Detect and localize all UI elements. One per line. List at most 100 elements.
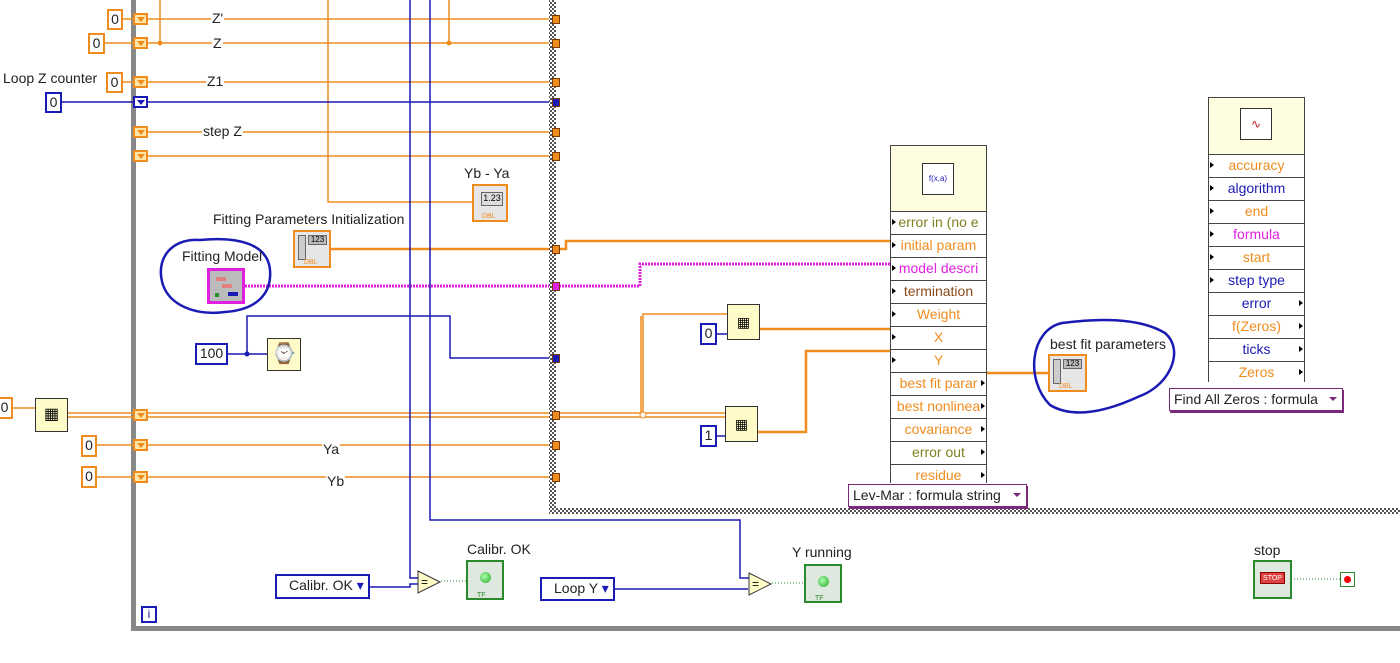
terminal-start[interactable]: start xyxy=(1209,246,1304,269)
terminal-ticks[interactable]: ticks xyxy=(1209,338,1304,361)
equal-icon[interactable]: = xyxy=(417,570,442,594)
input-arrow-icon xyxy=(1210,231,1214,237)
shift-register-yb[interactable] xyxy=(133,471,148,483)
indicator-yb-ya[interactable]: 1.23 DBL xyxy=(472,184,508,222)
output-arrow-icon xyxy=(981,426,985,432)
constant-yb[interactable]: 0 xyxy=(81,466,97,488)
output-arrow-icon xyxy=(1299,369,1303,375)
tunnel xyxy=(552,411,560,420)
tunnel xyxy=(552,78,560,87)
input-arrow-icon xyxy=(892,242,896,248)
terminal-f-zeros-[interactable]: f(Zeros) xyxy=(1209,315,1304,338)
terminal-best-nonlinea[interactable]: best nonlinea xyxy=(891,395,986,418)
terminal-covariance[interactable]: covariance xyxy=(891,418,986,441)
label-calibr-ok: Calibr. OK xyxy=(466,541,532,557)
index-array-icon[interactable]: ▦ xyxy=(725,406,758,442)
shift-register-z1[interactable] xyxy=(133,76,148,88)
input-arrow-icon xyxy=(892,334,896,340)
shift-register[interactable] xyxy=(133,150,148,162)
output-arrow-icon xyxy=(981,380,985,386)
tunnel xyxy=(552,15,560,24)
terminal-initial-param[interactable]: initial param xyxy=(891,234,986,257)
label-yb-ya: Yb - Ya xyxy=(463,165,511,181)
label-ya: Ya xyxy=(322,441,341,457)
wait-ms-icon[interactable]: ⌚ xyxy=(267,338,301,371)
output-arrow-icon xyxy=(1299,300,1303,306)
constant-loop-z[interactable]: 0 xyxy=(45,92,62,113)
input-arrow-icon xyxy=(892,219,896,225)
curve-fit-icon: f(x,a) xyxy=(922,163,954,195)
shift-register-z[interactable] xyxy=(133,37,148,49)
constant-z-prime[interactable]: 0 xyxy=(107,9,123,30)
stop-button[interactable]: STOP xyxy=(1253,560,1292,599)
label-step-z: step Z xyxy=(202,123,243,139)
loop-condition-terminal[interactable] xyxy=(1340,572,1355,587)
tunnel xyxy=(552,441,560,450)
array-index-icon xyxy=(298,235,306,260)
build-array-icon[interactable]: ▦ xyxy=(35,398,68,432)
find-all-zeros-express-vi[interactable]: ∿ accuracy algorithm end formula start step t… xyxy=(1208,97,1305,384)
constant-z1[interactable]: 0 xyxy=(106,72,123,93)
terminal-y[interactable]: Y xyxy=(891,349,986,372)
constant-index-x[interactable]: 0 xyxy=(700,323,717,345)
shift-register-ya[interactable] xyxy=(133,439,148,451)
input-arrow-icon xyxy=(1210,277,1214,283)
tunnel xyxy=(552,98,560,107)
led-calibr-ok[interactable] xyxy=(466,560,504,600)
shift-register-z-prime[interactable] xyxy=(133,13,148,25)
terminal-error[interactable]: error xyxy=(1209,292,1304,315)
tunnel xyxy=(552,128,560,137)
output-arrow-icon xyxy=(981,403,985,409)
label-yb: Yb xyxy=(326,473,346,489)
enum-loop-y[interactable]: Loop Y ▾ xyxy=(540,577,615,601)
led-y-running[interactable] xyxy=(804,564,842,603)
label-fitting-parameters-init: Fitting Parameters Initialization xyxy=(213,211,405,227)
terminal-step-type[interactable]: step type xyxy=(1209,269,1304,292)
terminal-accuracy[interactable]: accuracy xyxy=(1209,154,1304,177)
constant-ya[interactable]: 0 xyxy=(81,435,97,457)
terminal-zeros[interactable]: Zeros xyxy=(1209,361,1304,384)
terminal-error-in-no-e[interactable]: error in (no e xyxy=(891,211,986,234)
input-arrow-icon xyxy=(1210,254,1214,260)
find-zeros-selector[interactable]: Find All Zeros : formula xyxy=(1169,388,1343,411)
levmar-selector[interactable]: Lev-Mar : formula string xyxy=(848,484,1027,507)
output-arrow-icon xyxy=(1299,346,1303,352)
constant-z[interactable]: 0 xyxy=(88,33,105,54)
constant-left-array[interactable]: 0 xyxy=(0,397,13,419)
control-fitting-parameters-init[interactable]: 123 DBL xyxy=(293,230,331,268)
enum-calibr-ok[interactable]: Calibr. OK ▾ xyxy=(275,574,370,599)
array-index-icon xyxy=(1053,359,1061,384)
terminal-weight[interactable]: Weight xyxy=(891,303,986,326)
label-y-running: Y running xyxy=(791,544,853,560)
terminal-error-out[interactable]: error out xyxy=(891,441,986,464)
terminal-formula[interactable]: formula xyxy=(1209,223,1304,246)
terminal-termination[interactable]: termination xyxy=(891,280,986,303)
terminal-algorithm[interactable]: algorithm xyxy=(1209,177,1304,200)
tunnel xyxy=(552,282,560,291)
label-z-prime: Z' xyxy=(211,10,225,26)
indicator-best-fit-parameters[interactable]: 123 DBL xyxy=(1048,354,1087,392)
terminal-model-descri[interactable]: model descri xyxy=(891,257,986,280)
tunnel xyxy=(552,152,560,161)
terminal-best-fit-parar[interactable]: best fit parar xyxy=(891,372,986,395)
constant-index-y[interactable]: 1 xyxy=(700,425,717,447)
output-arrow-icon xyxy=(1299,323,1303,329)
index-array-icon[interactable]: ▦ xyxy=(727,304,760,340)
control-fitting-model[interactable] xyxy=(207,268,245,304)
terminal-end[interactable]: end xyxy=(1209,200,1304,223)
tunnel xyxy=(552,245,560,254)
constant-wait-ms[interactable]: 100 xyxy=(195,343,228,365)
tunnel xyxy=(552,354,560,363)
label-best-fit-parameters: best fit parameters xyxy=(1050,336,1166,352)
svg-text:=: = xyxy=(421,575,428,589)
input-arrow-icon xyxy=(892,288,896,294)
shift-register-step-z[interactable] xyxy=(133,126,148,138)
shift-register-array[interactable] xyxy=(133,409,148,421)
nonlinear-curve-fit-express-vi[interactable]: f(x,a) error in (no e initial param model … xyxy=(890,145,987,487)
shift-register-loop-z[interactable] xyxy=(133,96,148,108)
terminal-x[interactable]: X xyxy=(891,326,986,349)
while-loop-border xyxy=(131,0,136,630)
svg-text:=: = xyxy=(752,577,759,591)
equal-icon[interactable]: = xyxy=(748,572,773,596)
iteration-terminal: i xyxy=(141,606,157,623)
